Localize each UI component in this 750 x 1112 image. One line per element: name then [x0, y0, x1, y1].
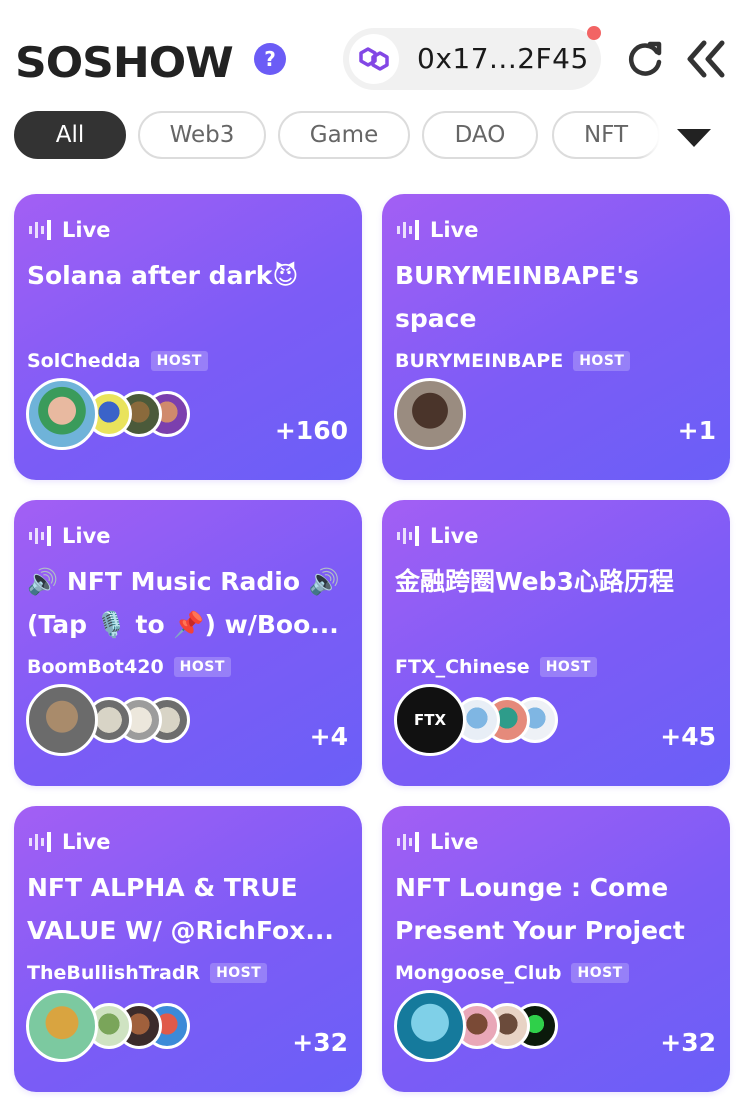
category-tabs: All Web3 Game DAO NFT — [0, 108, 660, 164]
host-name: Mongoose_Club — [395, 962, 562, 984]
live-bars-icon — [29, 526, 51, 546]
space-card[interactable]: Live BURYMEINBAPE's space BURYMEINBAPE H… — [382, 194, 730, 480]
ftx-logo-text: FTX — [413, 711, 447, 729]
app-header: SOSHOW ? 0x17...2F45 — [0, 0, 750, 100]
listener-count: +32 — [292, 1028, 348, 1057]
space-card[interactable]: Live Solana after dark😈 SolChedda HOST +… — [14, 194, 362, 480]
space-title: 🔊 NFT Music Radio 🔊 (Tap 🎙️ to 📌) w/Boo.… — [27, 567, 340, 639]
host-name: BURYMEINBAPE — [395, 350, 564, 372]
live-label: Live — [62, 830, 111, 854]
space-title: 金融跨圈Web3心路历程 — [395, 567, 674, 596]
host-badge: HOST — [573, 351, 631, 371]
help-button[interactable]: ? — [254, 43, 286, 75]
refresh-icon[interactable] — [624, 38, 666, 80]
space-title: BURYMEINBAPE's space — [395, 261, 639, 333]
tab-game[interactable]: Game — [278, 111, 410, 159]
space-card[interactable]: Live 金融跨圈Web3心路历程 FTX_Chinese HOST FTX +… — [382, 500, 730, 786]
host-badge: HOST — [173, 657, 231, 677]
host-avatar — [394, 378, 466, 450]
space-card[interactable]: Live 🔊 NFT Music Radio 🔊 (Tap 🎙️ to 📌) w… — [14, 500, 362, 786]
host-avatar — [26, 990, 98, 1062]
live-label: Live — [430, 830, 479, 854]
space-title: NFT Lounge : Come Present Your Project .… — [395, 873, 685, 945]
listener-count: +1 — [677, 416, 716, 445]
space-title: Solana after dark😈 — [27, 261, 299, 290]
tab-web3[interactable]: Web3 — [138, 111, 266, 159]
live-indicator: Live — [28, 524, 111, 548]
host-badge: HOST — [210, 963, 268, 983]
host-badge: HOST — [571, 963, 629, 983]
live-bars-icon — [29, 832, 51, 852]
live-label: Live — [430, 524, 479, 548]
live-bars-icon — [29, 220, 51, 240]
live-label: Live — [430, 218, 479, 242]
live-indicator: Live — [396, 524, 479, 548]
host-avatar — [26, 378, 98, 450]
chevron-down-icon[interactable] — [676, 128, 712, 148]
host-avatar: FTX — [394, 684, 466, 756]
wallet-button[interactable]: 0x17...2F45 — [343, 26, 601, 90]
live-label: Live — [62, 524, 111, 548]
live-indicator: Live — [28, 218, 111, 242]
space-card[interactable]: Live NFT ALPHA & TRUE VALUE W/ @RichFox.… — [14, 806, 362, 1092]
notification-dot — [587, 26, 601, 40]
host-avatar — [394, 990, 466, 1062]
host-badge: HOST — [539, 657, 597, 677]
live-bars-icon — [397, 832, 419, 852]
wallet-address: 0x17...2F45 — [417, 42, 589, 75]
space-title: NFT ALPHA & TRUE VALUE W/ @RichFox... — [27, 873, 334, 945]
listener-count: +45 — [660, 722, 716, 751]
tab-dao[interactable]: DAO — [422, 111, 538, 159]
host-badge: HOST — [150, 351, 208, 371]
live-label: Live — [62, 218, 111, 242]
listener-count: +32 — [660, 1028, 716, 1057]
live-indicator: Live — [396, 218, 479, 242]
tab-all[interactable]: All — [14, 111, 126, 159]
collapse-sidebar-icon[interactable] — [684, 38, 728, 80]
tabs-fade — [640, 100, 660, 170]
host-avatar — [26, 684, 98, 756]
app-logo: SOSHOW — [15, 38, 234, 87]
host-name: SolChedda — [27, 350, 141, 372]
listener-count: +4 — [309, 722, 348, 751]
space-card[interactable]: Live NFT Lounge : Come Present Your Proj… — [382, 806, 730, 1092]
host-name: TheBullishTradR — [27, 962, 201, 984]
live-indicator: Live — [396, 830, 479, 854]
live-bars-icon — [397, 220, 419, 240]
live-indicator: Live — [28, 830, 111, 854]
host-name: BoomBot420 — [27, 656, 164, 678]
host-name: FTX_Chinese — [395, 656, 530, 678]
live-bars-icon — [397, 526, 419, 546]
listener-count: +160 — [274, 416, 348, 445]
polygon-icon — [349, 34, 399, 84]
